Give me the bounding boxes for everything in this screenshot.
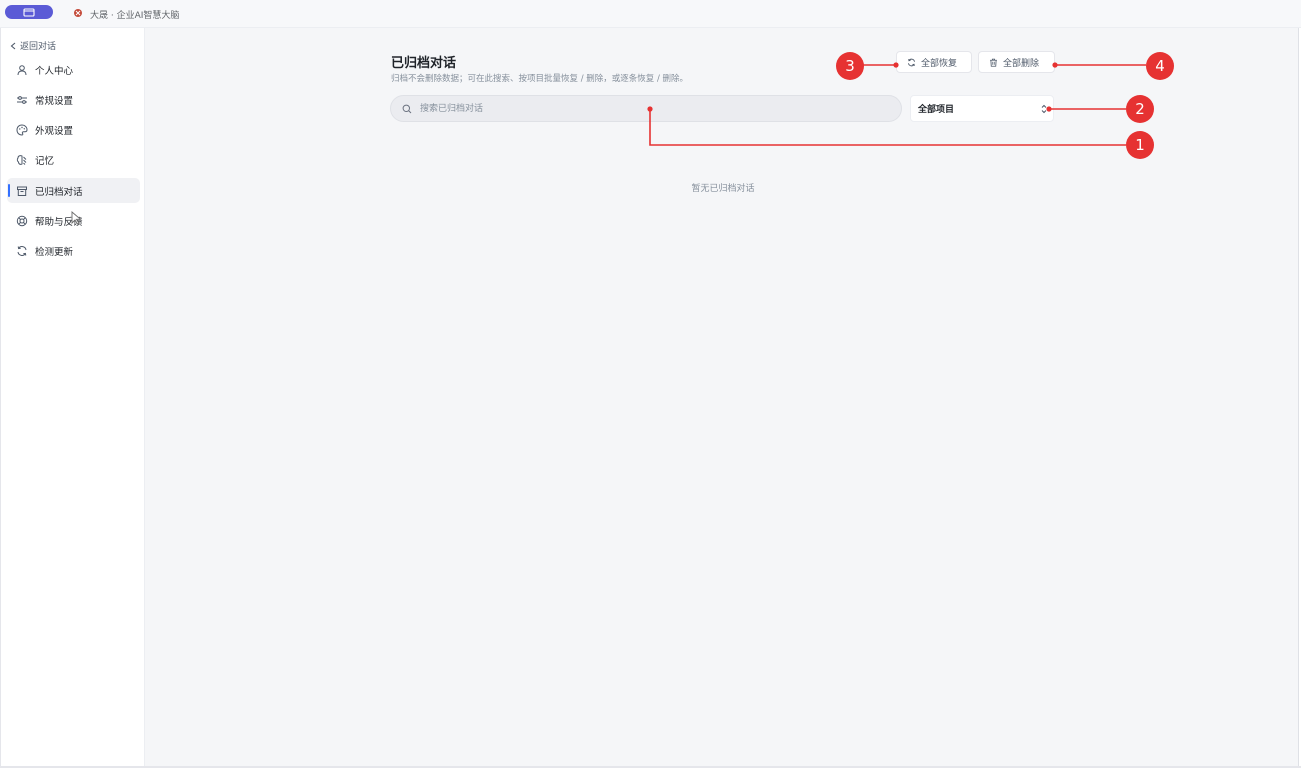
brain-icon xyxy=(16,154,27,165)
annotation-badge-4: 4 xyxy=(1146,52,1174,80)
app-logo-icon xyxy=(74,9,82,17)
mouse-cursor-icon xyxy=(71,211,82,225)
sidebar-item-label: 外观设置 xyxy=(35,125,74,137)
search-bar[interactable] xyxy=(390,95,902,122)
sidebar-item-general[interactable]: 常规设置 xyxy=(7,87,140,112)
sidebar-item-appearance[interactable]: 外观设置 xyxy=(7,117,140,142)
archive-icon xyxy=(17,186,27,196)
sidebar-item-label: 检测更新 xyxy=(35,246,74,258)
palette-icon xyxy=(16,123,28,136)
user-icon xyxy=(17,64,27,75)
refresh-icon xyxy=(908,58,915,66)
delete-all-label: 全部删除 xyxy=(1003,58,1040,69)
sidebar-item-check-update[interactable]: 检测更新 xyxy=(7,238,140,263)
chevron-updown-icon xyxy=(1041,104,1047,114)
window-icon xyxy=(23,7,35,17)
delete-all-button[interactable]: 全部删除 xyxy=(978,51,1055,73)
sidebar-item-archived[interactable]: 已归档对话 xyxy=(7,178,140,203)
annotation-badge-1: 1 xyxy=(1126,131,1154,159)
tab-title: 大晟 · 企业AI智慧大脑 xyxy=(90,11,180,21)
sidebar-item-memory[interactable]: 记忆 xyxy=(7,147,140,172)
search-icon xyxy=(402,104,412,113)
refresh-icon xyxy=(17,245,27,256)
sidebar-item-profile[interactable]: 个人中心 xyxy=(7,57,140,82)
page-subtitle: 归档不会删除数据；可在此搜索、按项目批量恢复 / 删除，或逐条恢复 / 删除。 xyxy=(391,74,689,84)
sliders-icon xyxy=(17,95,27,104)
annotation-badge-2: 2 xyxy=(1126,95,1154,123)
annotation-badge-3: 3 xyxy=(836,52,864,80)
sidebar-item-label: 已归档对话 xyxy=(35,186,83,198)
restore-all-button[interactable]: 全部恢复 xyxy=(896,51,972,73)
app-switcher-button[interactable] xyxy=(5,5,53,19)
settings-sidebar: 返回对话 个人中心 常规设置 外观设置 记忆 已归档对话 帮助与反馈 检测更新 xyxy=(0,28,145,768)
page-title: 已归档对话 xyxy=(391,56,457,71)
project-filter-value: 全部项目 xyxy=(918,105,955,115)
trash-icon xyxy=(990,58,997,67)
search-input[interactable] xyxy=(418,102,882,115)
title-bar: 大晟 · 企业AI智慧大脑 xyxy=(0,0,1301,28)
back-label: 返回对话 xyxy=(20,42,57,52)
lifebuoy-icon xyxy=(16,215,28,226)
restore-all-label: 全部恢复 xyxy=(921,58,958,69)
sidebar-item-label: 常规设置 xyxy=(35,95,74,107)
sidebar-item-label: 记忆 xyxy=(35,155,55,167)
back-to-chat-link[interactable]: 返回对话 xyxy=(10,39,56,52)
empty-state-text: 暂无已归档对话 xyxy=(691,184,755,194)
project-filter-select[interactable]: 全部项目 xyxy=(910,95,1054,122)
sidebar-item-label: 个人中心 xyxy=(35,65,74,77)
chevron-left-icon xyxy=(10,42,16,49)
